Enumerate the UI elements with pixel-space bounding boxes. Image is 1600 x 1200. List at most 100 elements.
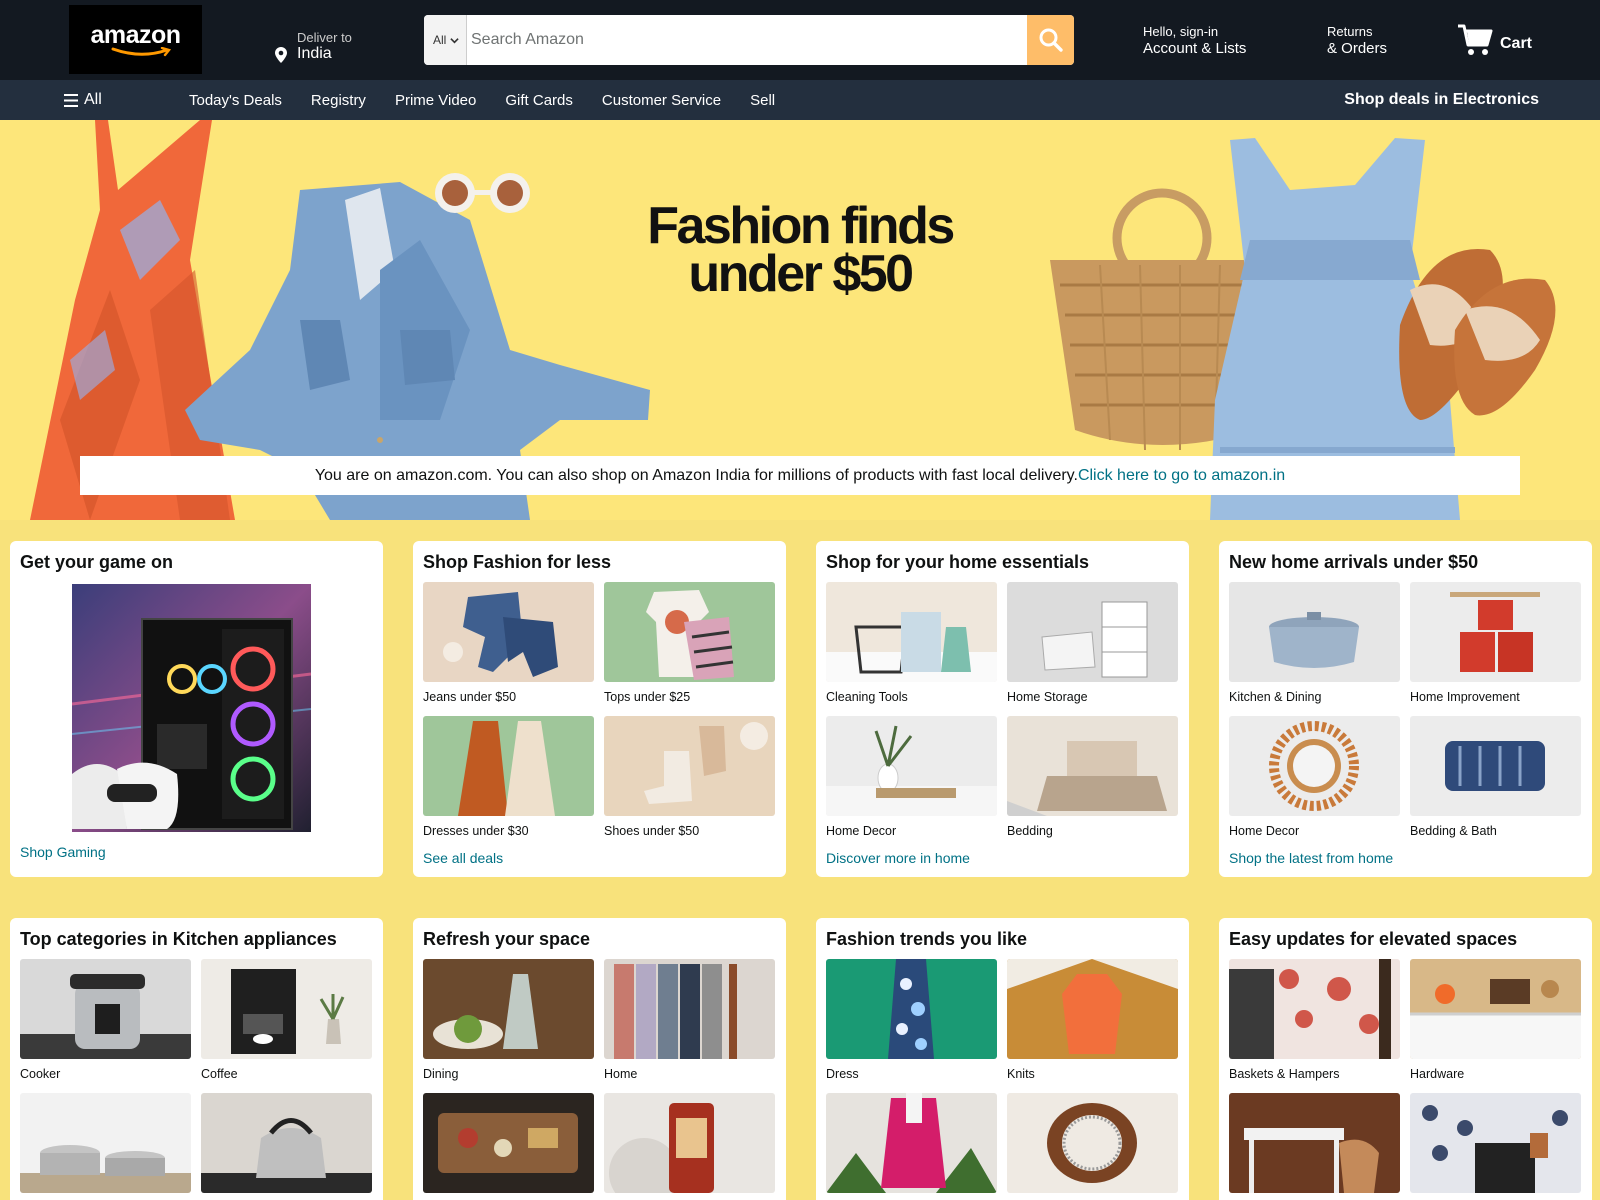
shoes-image <box>604 716 775 816</box>
nav-link-prime-video[interactable]: Prime Video <box>395 92 476 109</box>
necklace-image <box>1007 1093 1178 1193</box>
deliver-to-label: Deliver to <box>297 30 352 45</box>
home-storage-image <box>1007 582 1178 682</box>
baskets-hampers-image <box>1229 959 1400 1059</box>
search-button[interactable] <box>1027 15 1074 65</box>
tile-label: Baskets & Hampers <box>1229 1067 1340 1081</box>
tile-cleaning-tools[interactable]: Cleaning Tools <box>826 582 997 704</box>
tile-cookware[interactable] <box>20 1093 191 1200</box>
tile-label: Home <box>604 1067 638 1081</box>
tile-shoes[interactable]: Shoes under $50 <box>604 716 775 838</box>
account-and-lists[interactable]: Hello, sign-in Account & Lists <box>1143 24 1246 57</box>
tile-home-improvement[interactable]: Home Improvement <box>1410 582 1581 704</box>
menu-icon <box>64 93 78 107</box>
tile-kitchen-dining[interactable]: Kitchen & Dining <box>1229 582 1400 704</box>
tile-desk[interactable] <box>1229 1093 1400 1200</box>
card-title: Top categories in Kitchen appliances <box>20 929 337 949</box>
tile-outerwear[interactable] <box>826 1093 997 1200</box>
bath-products-image <box>604 1093 775 1193</box>
tile-jeans[interactable]: Jeans under $50 <box>423 582 594 704</box>
pink-jacket-image <box>826 1093 997 1193</box>
card-fashion: Shop Fashion for less Jeans under $50 To… <box>413 541 786 877</box>
cart-button[interactable]: Cart <box>1457 22 1532 58</box>
cart-label: Cart <box>1500 35 1533 52</box>
tile-wallpaper[interactable] <box>1410 1093 1581 1200</box>
tile-tops[interactable]: Tops under $25 <box>604 582 775 704</box>
shop-gaming-link[interactable]: Shop Gaming <box>20 844 106 860</box>
all-menu-button[interactable]: All <box>64 80 102 120</box>
search-category-select[interactable]: All <box>424 15 467 65</box>
tile-home-storage[interactable]: Home Storage <box>1007 582 1178 704</box>
tile-cooker[interactable]: Cooker <box>20 959 191 1081</box>
tile-label: Dresses under $30 <box>423 824 529 838</box>
jeans-image <box>423 582 594 682</box>
cookware-image <box>20 1093 191 1193</box>
shop-latest-home-link[interactable]: Shop the latest from home <box>1229 850 1393 866</box>
tile-bedding-bath[interactable]: Bedding & Bath <box>1410 716 1581 838</box>
location-pin-icon <box>275 47 287 63</box>
card-title: Refresh your space <box>423 929 591 949</box>
account-greeting: Hello, sign-in <box>1143 24 1219 39</box>
tile-kettle[interactable] <box>201 1093 372 1200</box>
hero-headline-line2: under $50 <box>688 245 914 303</box>
tile-coffee[interactable]: Coffee <box>201 959 372 1081</box>
card-elevated-spaces: Easy updates for elevated spaces Baskets… <box>1219 918 1592 1200</box>
tile-label: Bedding <box>1007 824 1053 838</box>
nav-link-todays-deals[interactable]: Today's Deals <box>189 92 282 109</box>
gaming-pc-illustration <box>72 584 311 832</box>
search-category-value: All <box>433 33 447 47</box>
tile-knits[interactable]: Knits <box>1007 959 1178 1081</box>
tile-dining[interactable]: Dining <box>423 959 594 1081</box>
returns-and-orders[interactable]: Returns & Orders <box>1327 24 1387 57</box>
tile-serving[interactable] <box>423 1093 594 1200</box>
card-title: Shop Fashion for less <box>423 552 612 572</box>
coffee-image <box>201 959 372 1059</box>
tile-home[interactable]: Home <box>604 959 775 1081</box>
tile-accessories[interactable] <box>1007 1093 1178 1200</box>
mirror-image <box>1229 716 1400 816</box>
see-all-deals-link[interactable]: See all deals <box>423 850 503 866</box>
tile-label: Home Improvement <box>1410 690 1520 704</box>
discover-more-home-link[interactable]: Discover more in home <box>826 850 970 866</box>
tile-hardware[interactable]: Hardware <box>1410 959 1581 1081</box>
card-new-home-arrivals: New home arrivals under $50 Kitchen & Di… <box>1219 541 1592 877</box>
card-title: Get your game on <box>20 552 174 572</box>
tile-home-decor[interactable]: Home Decor <box>826 716 997 838</box>
tile-bath[interactable] <box>604 1093 775 1200</box>
tile-bedding[interactable]: Bedding <box>1007 716 1178 838</box>
search-input[interactable] <box>467 15 1019 65</box>
tile-label: Knits <box>1007 1067 1035 1081</box>
nav-link-gift-cards[interactable]: Gift Cards <box>505 92 573 109</box>
tile-home-decor-2[interactable]: Home Decor <box>1229 716 1400 838</box>
amazon-logo[interactable]: amazon <box>69 5 202 74</box>
tile-dress[interactable]: Dress <box>826 959 997 1081</box>
hero-banner[interactable]: Fashion finds under $50 You are on amazo… <box>0 120 1600 520</box>
tile-dresses[interactable]: Dresses under $30 <box>423 716 594 838</box>
home-image <box>604 959 775 1059</box>
region-notice-text: You are on amazon.com. You can also shop… <box>314 466 1078 484</box>
cleaning-tools-image <box>826 582 997 682</box>
tile-label: Dress <box>826 1067 859 1081</box>
nav-link-customer-service[interactable]: Customer Service <box>602 92 721 109</box>
card-home-essentials: Shop for your home essentials Cleaning T… <box>816 541 1189 877</box>
card-fashion-trends: Fashion trends you like Dress Knits <box>816 918 1189 1200</box>
logo-text: amazon <box>90 20 181 49</box>
knits-image <box>1007 959 1178 1059</box>
tile-label: Home Storage <box>1007 690 1088 704</box>
cooker-image <box>20 959 191 1059</box>
card-gaming: Get your game on Shop Gaming <box>10 541 383 877</box>
hero-headline-line1: Fashion finds <box>647 197 955 255</box>
nav-link-sell[interactable]: Sell <box>750 92 775 109</box>
gaming-pc-image[interactable] <box>72 584 311 832</box>
search-bar: All <box>424 15 1074 65</box>
nav-promo-link[interactable]: Shop deals in Electronics <box>1344 80 1539 120</box>
nav-link-registry[interactable]: Registry <box>311 92 366 109</box>
tile-label: Jeans under $50 <box>423 690 517 704</box>
amazon-in-link[interactable]: Click here to go to amazon.in <box>1078 467 1285 485</box>
tile-baskets-hampers[interactable]: Baskets & Hampers <box>1229 959 1400 1081</box>
search-icon <box>1039 28 1063 52</box>
dresses-image <box>423 716 594 816</box>
chevron-down-icon <box>450 37 460 43</box>
serving-board-image <box>423 1093 594 1193</box>
tile-label: Coffee <box>201 1067 238 1081</box>
